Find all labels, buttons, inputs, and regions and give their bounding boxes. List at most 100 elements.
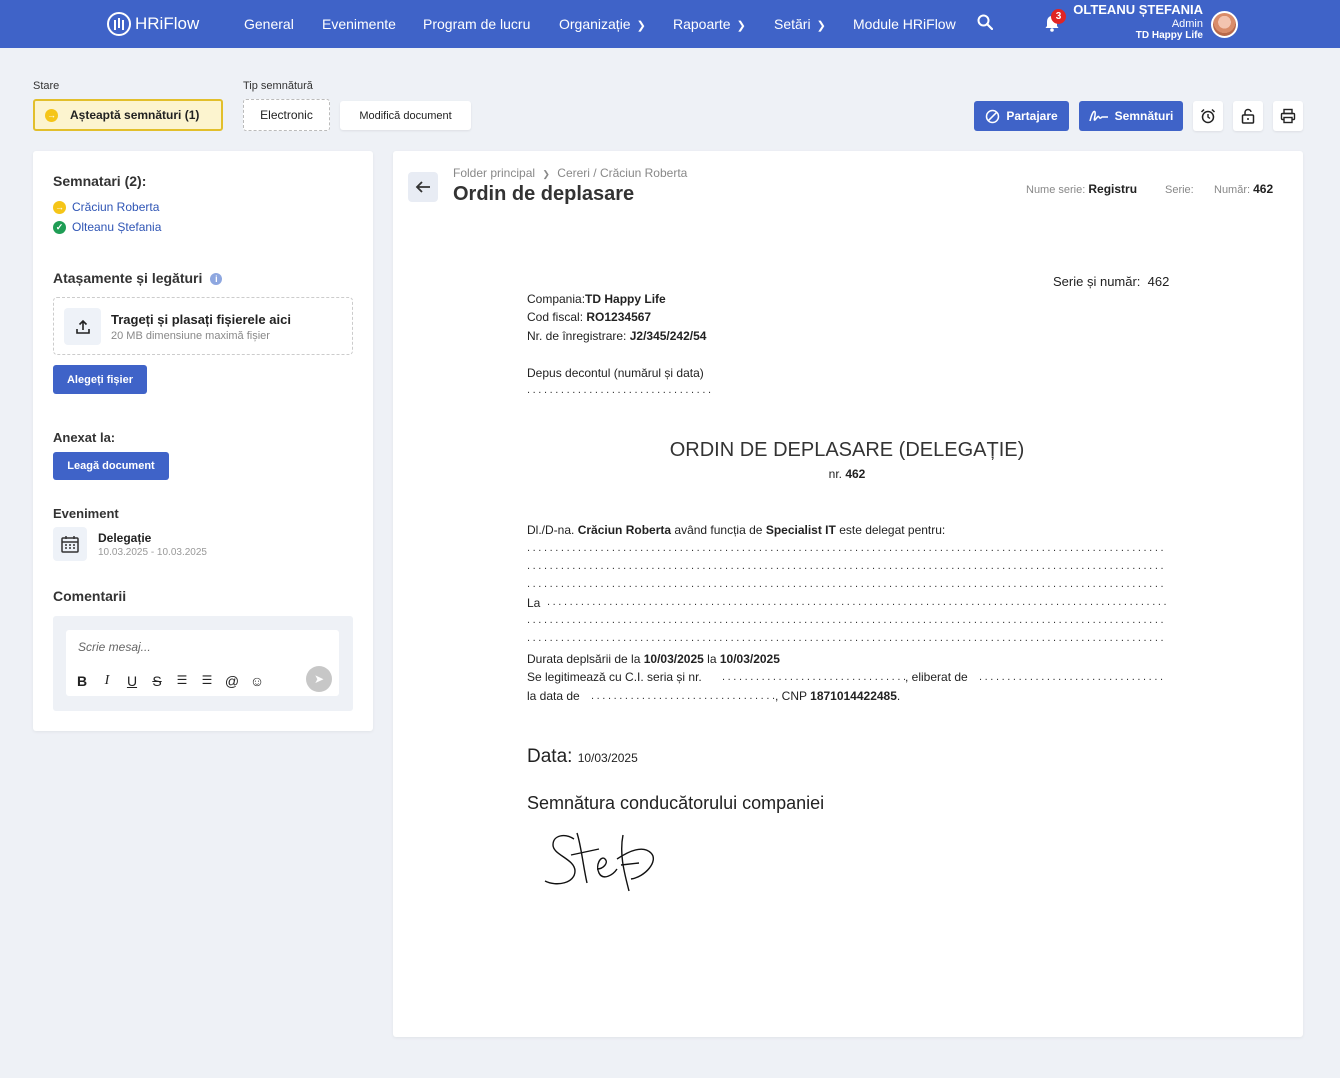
nav-organizatie[interactable]: Organizație ❯ xyxy=(559,16,646,32)
event-title: Eveniment xyxy=(53,506,119,521)
doc-duration: Durata deplsării de la 10/03/2025 la 10/… xyxy=(527,652,780,666)
signer-name: Olteanu Ștefania xyxy=(72,220,162,234)
dropzone-subtitle: 20 MB dimensiune maximă fișier xyxy=(111,330,270,342)
lock-button[interactable] xyxy=(1233,101,1263,131)
comment-input[interactable]: Scrie mesaj... xyxy=(78,640,151,654)
pending-arrow-icon: → xyxy=(53,200,66,214)
search-icon[interactable] xyxy=(977,14,993,30)
nav-general[interactable]: General xyxy=(244,16,294,32)
mention-icon[interactable]: @ xyxy=(224,673,240,689)
avatar[interactable] xyxy=(1211,11,1238,38)
user-role: Admin xyxy=(1171,17,1203,30)
send-icon[interactable]: ➤ xyxy=(306,666,332,692)
doc-registration: Nr. de înregistrare: J2/345/242/54 xyxy=(527,329,707,343)
app-logo[interactable]: HRiFlow xyxy=(107,12,199,36)
details-panel: Semnatari (2): → Crăciun Roberta ✓ Oltea… xyxy=(33,151,373,731)
logo-text: HRiFlow xyxy=(135,14,200,33)
doc-la: La xyxy=(527,596,541,610)
status-badge: → Așteaptă semnături (1) xyxy=(33,99,223,131)
share-block-icon xyxy=(986,109,1000,123)
doc-date: Data: 10/03/2025 xyxy=(527,746,638,767)
doc-company: Compania:TD Happy Life xyxy=(527,292,666,306)
breadcrumb-item[interactable]: Folder principal xyxy=(453,166,535,180)
dotted-line: .................................. xyxy=(591,691,775,702)
series: Serie: xyxy=(1165,184,1194,196)
event-name[interactable]: Delegație xyxy=(98,531,151,545)
italic-icon[interactable]: I xyxy=(99,673,115,689)
doc-signature-label: Semnătura conducătorului companiei xyxy=(527,793,825,813)
print-button[interactable] xyxy=(1273,101,1303,131)
doc-heading: ORDIN DE DEPLASARE (DELEGAȚIE) xyxy=(669,439,1025,461)
signatures-button[interactable]: Semnături xyxy=(1079,101,1183,131)
status-label: Stare xyxy=(33,80,60,92)
alarm-clock-icon xyxy=(1200,108,1216,124)
nav-evenimente[interactable]: Evenimente xyxy=(322,16,396,32)
modify-document-button[interactable]: Modifică document xyxy=(340,101,471,130)
bold-icon[interactable]: B xyxy=(74,673,90,689)
series-name: Nume serie: Registru xyxy=(1026,182,1138,196)
chevron-right-icon: ❯ xyxy=(636,20,646,32)
annexed-title: Anexat la: xyxy=(53,430,116,445)
chevron-right-icon: ❯ xyxy=(736,20,746,32)
comment-editor: Scrie mesaj... B I U S ☰ ☰ @ ☺ ➤ xyxy=(53,616,353,711)
share-button[interactable]: Partajare xyxy=(974,101,1069,131)
user-company: TD Happy Life xyxy=(1135,30,1203,42)
nav-module-hriflow[interactable]: Module HRiFlow xyxy=(853,16,956,32)
link-document-button[interactable]: Leagă document xyxy=(53,452,169,480)
underline-icon[interactable]: U xyxy=(124,673,140,689)
doc-deposit: Depus decontul (numărul și data) xyxy=(527,366,704,380)
dotted-line: .................................. xyxy=(722,672,905,683)
signature-type-label: Tip semnătură xyxy=(243,80,313,92)
signer-item[interactable]: ✓ Olteanu Ștefania xyxy=(53,220,161,234)
dotted-line: .................................. xyxy=(979,672,1164,683)
share-button-label: Partajare xyxy=(1006,109,1058,123)
nav-setari[interactable]: Setări ❯ xyxy=(774,16,826,32)
dotted-line: ........................................… xyxy=(527,561,1167,572)
dropzone-title: Trageți și plasați fișierele aici xyxy=(111,312,291,327)
user-name: OLTEANU ȘTEFANIA xyxy=(1073,2,1203,17)
logo-icon xyxy=(107,12,131,36)
signers-title: Semnatari (2): xyxy=(53,173,147,189)
signature-type-select[interactable]: Electronic xyxy=(243,99,330,131)
signer-item[interactable]: → Crăciun Roberta xyxy=(53,200,159,214)
number: Număr: 462 xyxy=(1214,182,1274,196)
nav-rapoarte[interactable]: Rapoarte ❯ xyxy=(673,16,746,32)
notification-badge: 3 xyxy=(1051,9,1066,24)
upload-icon xyxy=(64,308,101,345)
back-button[interactable] xyxy=(408,172,438,202)
arrow-left-icon xyxy=(415,181,430,193)
doc-id: Se legitimează cu C.I. seria și nr. xyxy=(527,670,702,684)
attachments-title: Atașamente și legături i xyxy=(53,270,223,286)
nav-program-de-lucru[interactable]: Program de lucru xyxy=(423,16,530,32)
doc-delegate: Dl./D-na. Crăciun Roberta având funcția … xyxy=(527,523,946,537)
document-panel: Folder principal ❯ Cereri / Crăciun Robe… xyxy=(393,151,1303,1037)
emoji-icon[interactable]: ☺ xyxy=(249,673,265,689)
reminder-button[interactable] xyxy=(1193,101,1223,131)
ordered-list-icon[interactable]: ☰ xyxy=(174,673,190,687)
comment-input-area[interactable]: Scrie mesaj... B I U S ☰ ☰ @ ☺ ➤ xyxy=(66,630,339,696)
dotted-line: ........................................… xyxy=(547,597,1167,608)
doc-serie-nr: Serie și număr: 462 xyxy=(1053,274,1170,289)
top-navbar: HRiFlow General Evenimente Program de lu… xyxy=(0,0,1340,48)
file-dropzone[interactable]: Trageți și plasați fișierele aici 20 MB … xyxy=(53,297,353,355)
chevron-right-icon: ❯ xyxy=(816,20,826,32)
bullet-list-icon[interactable]: ☰ xyxy=(199,673,215,687)
breadcrumb: Folder principal ❯ Cereri / Crăciun Robe… xyxy=(453,166,687,180)
dotted-line: ........................................… xyxy=(527,543,1167,554)
doc-fiscal-code: Cod fiscal: RO1234567 xyxy=(527,310,652,324)
strikethrough-icon[interactable]: S xyxy=(149,673,165,689)
check-icon: ✓ xyxy=(53,220,66,234)
lock-icon xyxy=(1241,108,1255,124)
dotted-line: ........................................… xyxy=(527,385,712,396)
breadcrumb-item[interactable]: Cereri / Crăciun Roberta xyxy=(557,166,687,180)
chevron-right-icon: ❯ xyxy=(542,169,550,179)
user-menu[interactable]: OLTEANU ȘTEFANIA Admin TD Happy Life xyxy=(1073,3,1203,42)
event-dates: 10.03.2025 - 10.03.2025 xyxy=(98,547,207,558)
doc-date-of: la data de xyxy=(527,689,580,703)
printer-icon xyxy=(1280,108,1296,124)
info-icon[interactable]: i xyxy=(210,273,223,285)
choose-file-button[interactable]: Alegeți fișier xyxy=(53,365,147,394)
doc-id-issued: , eliberat de xyxy=(905,670,968,684)
doc-nr: nr. 462 xyxy=(828,467,866,481)
arrow-right-icon: → xyxy=(45,108,58,122)
